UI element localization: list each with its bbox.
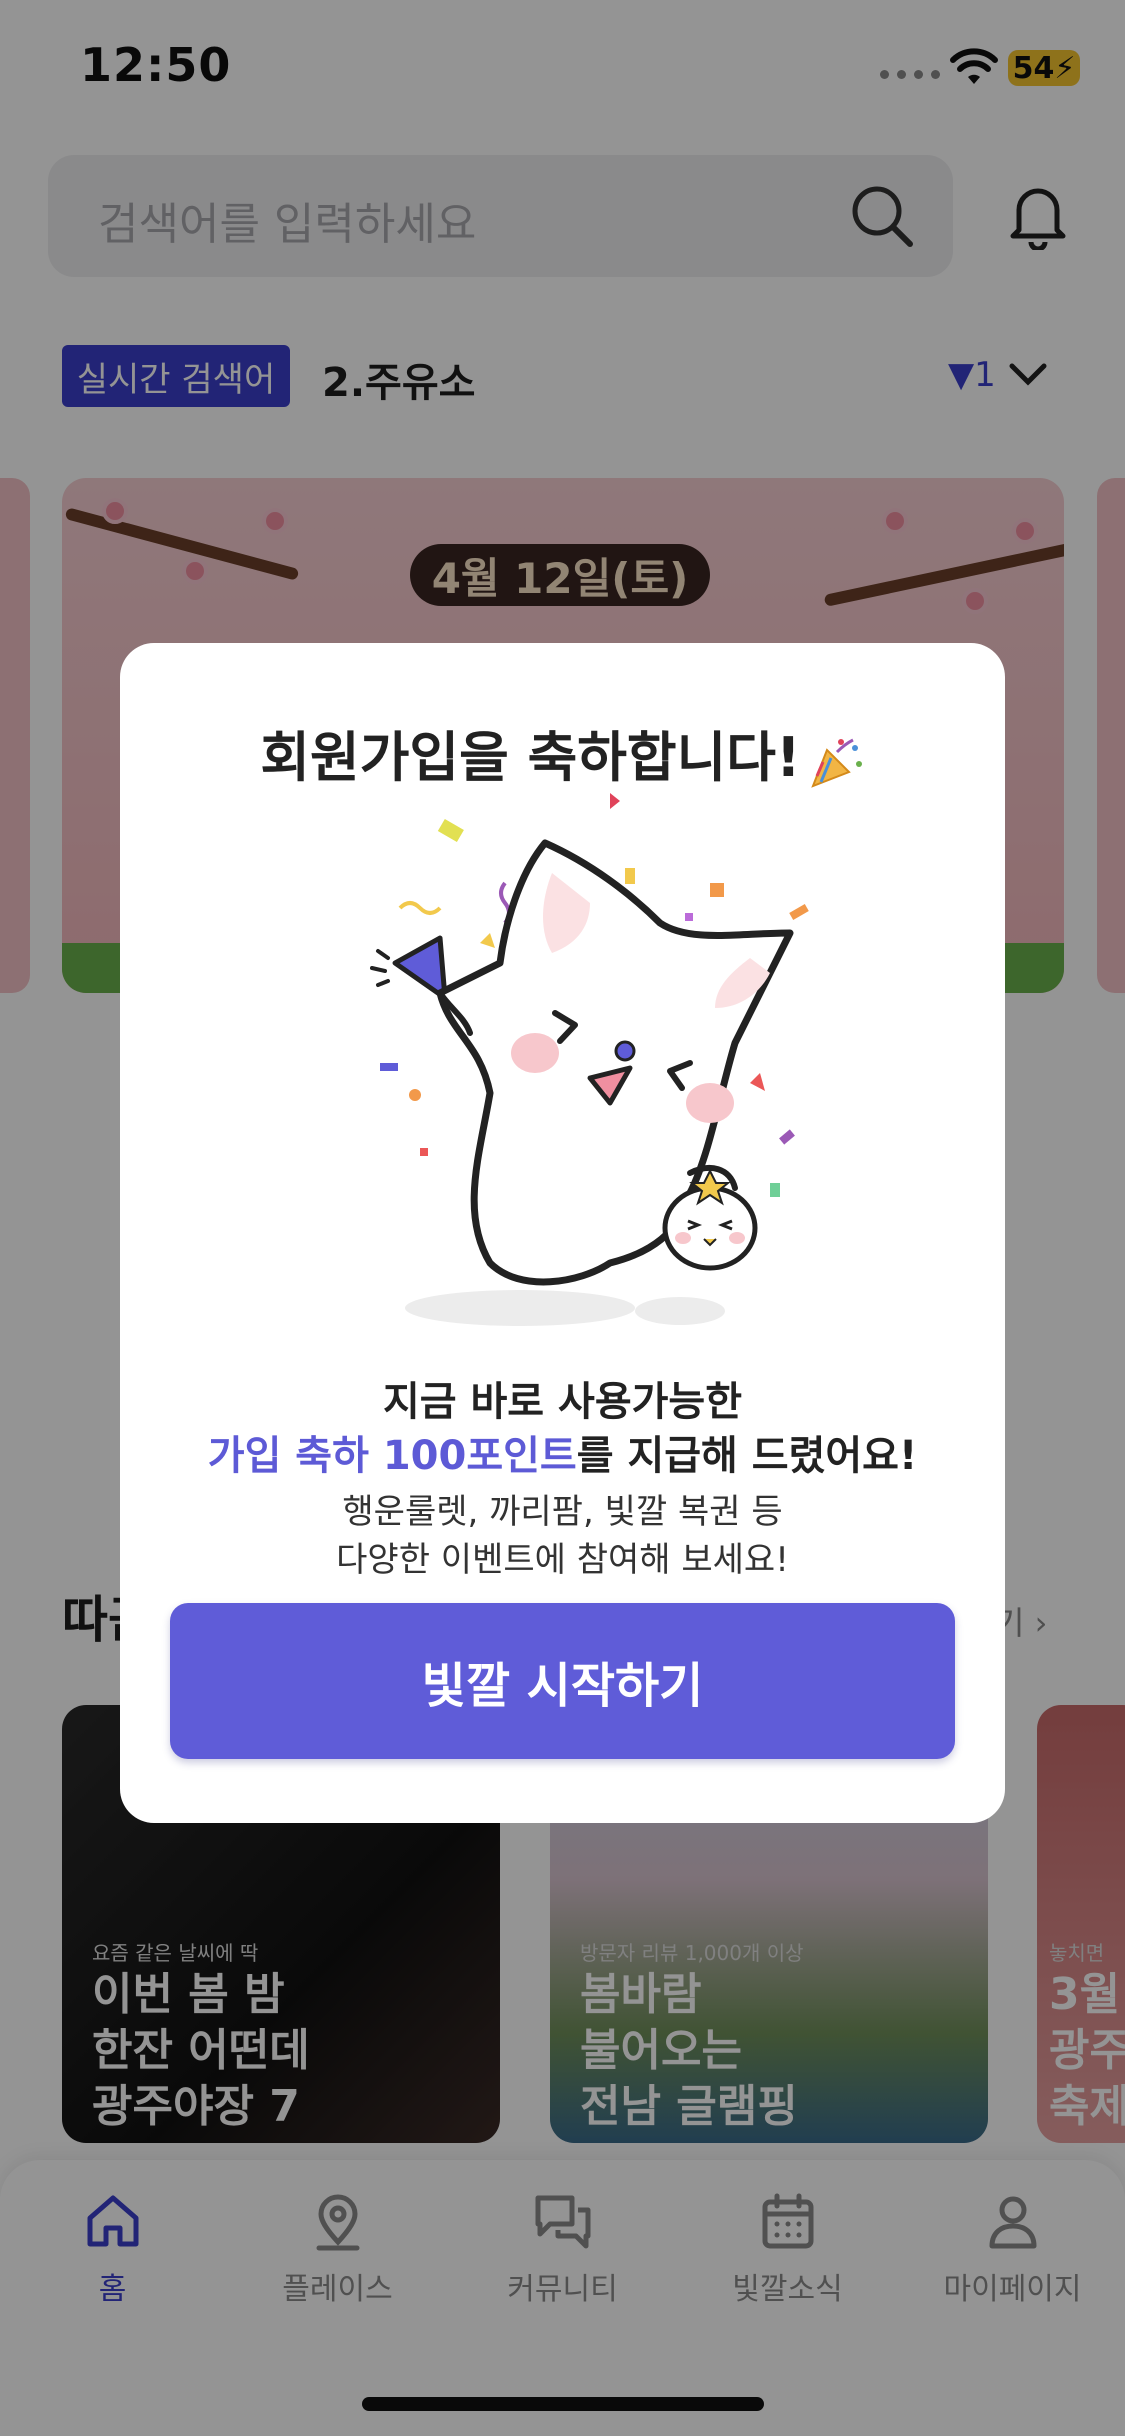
modal-title: 회원가입을 축하합니다! xyxy=(120,713,1005,792)
modal-title-text: 회원가입을 축하합니다! xyxy=(260,726,801,789)
modal-message-line1: 지금 바로 사용가능한 xyxy=(382,1379,743,1425)
modal-description-line2: 다양한 이벤트에 참여해 보세요! xyxy=(336,1540,789,1580)
modal-message-line2: 가입 축하 100포인트를 지급해 드렸어요! xyxy=(120,1423,1005,1481)
modal-description-line1: 행운룰렛, 까리팜, 빛깔 복권 등 xyxy=(342,1492,783,1532)
app-screen: 12:50 54 ⚡ 검색어를 입력하세요 실시간 검색어 2.주유소 ▼1 4… xyxy=(0,0,1125,2436)
modal-message-line2-rest: 를 지급해 드렸어요! xyxy=(576,1433,918,1479)
celebrating-cat-illustration xyxy=(370,793,809,1326)
party-popper-icon xyxy=(810,739,862,789)
signup-congrats-modal: 회원가입을 축하합니다! 지금 바로 사용가능한 가입 축하 100포인트를 지… xyxy=(120,643,1005,1823)
points-highlight: 가입 축하 100포인트 xyxy=(207,1433,577,1479)
modal-description: 행운룰렛, 까리팜, 빛깔 복권 등 다양한 이벤트에 참여해 보세요! xyxy=(120,1488,1005,1584)
start-button[interactable]: 빛깔 시작하기 xyxy=(170,1603,955,1759)
